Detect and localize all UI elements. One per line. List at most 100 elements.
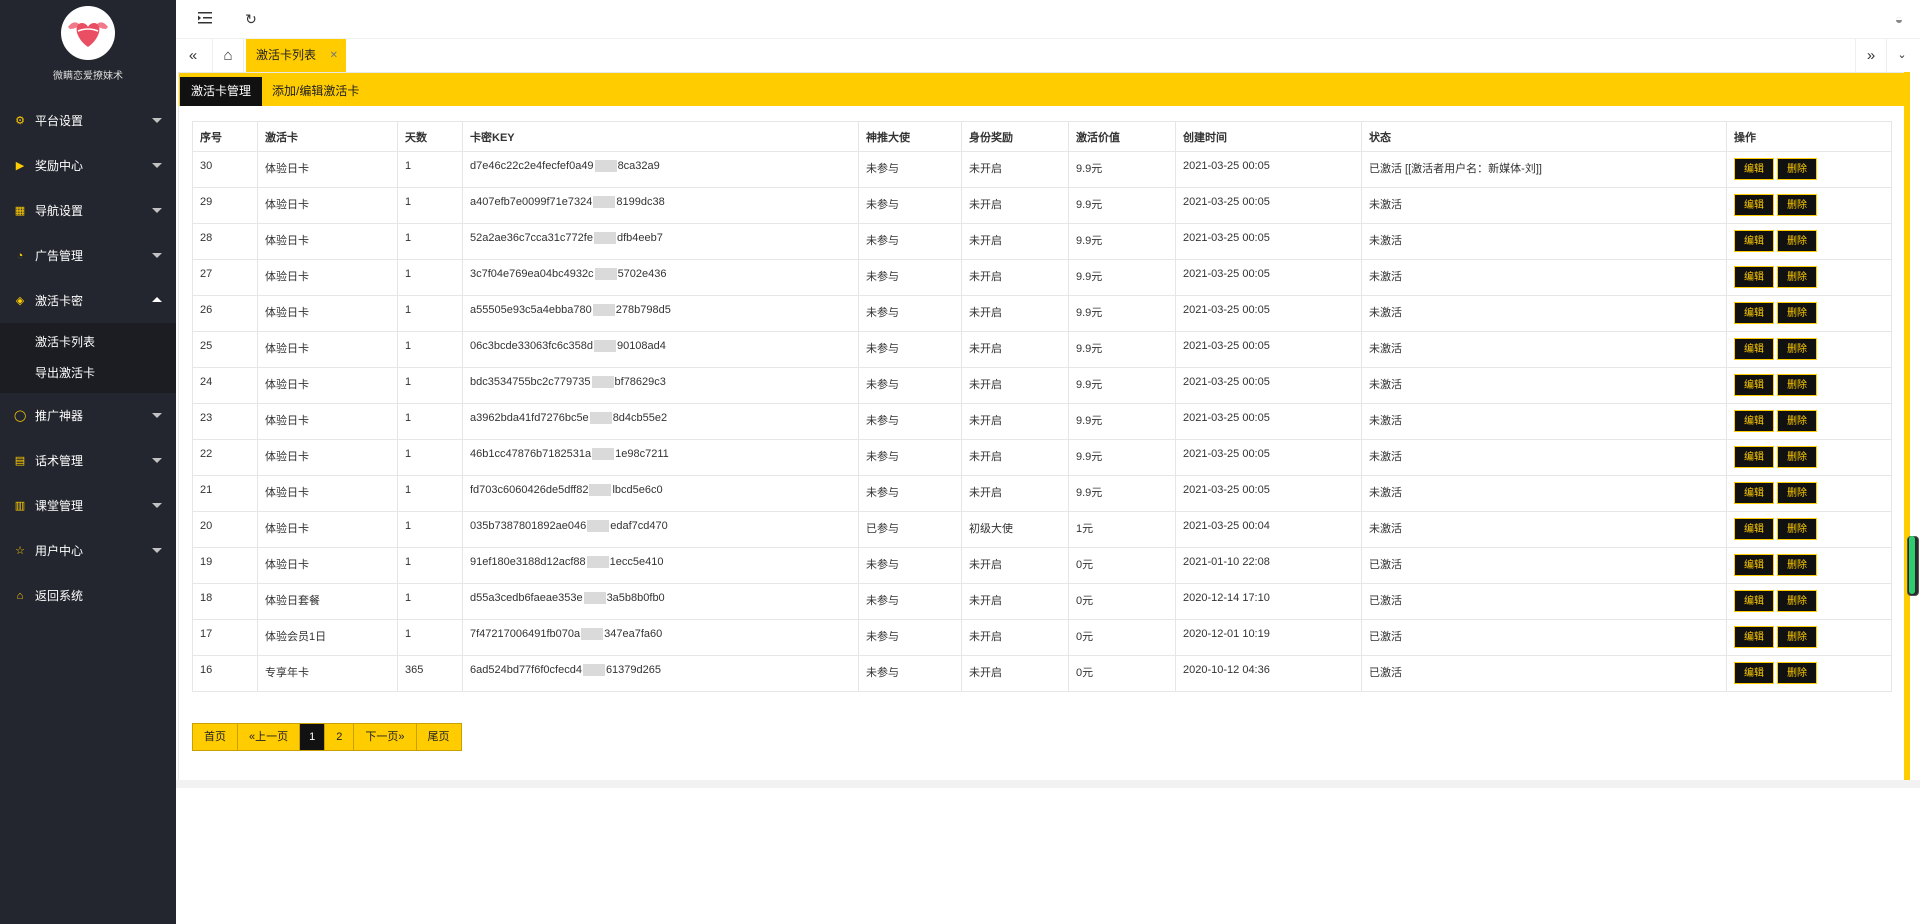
cell-days: 1 [397,583,463,620]
key-part: edaf7cd470 [610,520,668,532]
cell-reward: 未开启 [961,439,1069,476]
edit-button[interactable]: 编辑 [1734,410,1774,432]
edit-button[interactable]: 编辑 [1734,266,1774,288]
indent-icon[interactable] [196,10,214,28]
sidebar-item-3[interactable]: ◔ 广告管理 [0,233,176,278]
edit-button[interactable]: 编辑 [1734,482,1774,504]
cell-key: 46b1cc47876b7182531a 1e98c7211 [462,439,859,476]
table-row: 28 体验日卡 1 52a2ae36c7cca31c772fe dfb4eeb7 未参与未… [192,223,1892,260]
redacted-mask [589,484,612,497]
video-icon: ▶ [15,159,25,172]
home-tab-icon[interactable]: ⌂ [212,39,244,72]
cell-created: 2021-03-25 00:05 [1175,223,1362,260]
sidebar-item-2[interactable]: ▦ 导航设置 [0,188,176,233]
key-part: 278b798d5 [615,304,671,316]
page-2-button[interactable]: 2 [325,724,355,750]
table-body: 30 体验日卡 1 d7e46c22c2e4fecfef0a49 8ca32a9 未参与未… [192,151,1892,692]
edit-button[interactable]: 编辑 [1734,518,1774,540]
cell-status: 已激活 [1361,547,1727,584]
sidebar-item-0[interactable]: ⚙ 平台设置 [0,98,176,143]
cell-id: 20 [192,511,258,548]
delete-button[interactable]: 删除 [1777,410,1817,432]
tabs-dropdown-icon[interactable]: ⌄ [1886,39,1917,72]
cell-key: a407efb7e0099f71e7324 8199dc38 [462,187,859,224]
sidebar-item-7[interactable]: ▥ 课堂管理 [0,483,176,528]
cell-card: 体验日套餐 [257,583,398,620]
cell-value: 9.9元 [1068,259,1176,296]
page-1-button[interactable]: 1 [300,724,326,750]
cell-created: 2020-12-14 17:10 [1175,583,1362,620]
sidebar-item-1[interactable]: ▶ 奖励中心 [0,143,176,188]
tabs-scroll-left-icon[interactable]: « [178,39,208,72]
delete-button[interactable]: 删除 [1777,230,1817,252]
palette-icon[interactable]: ◒ [1890,10,1908,28]
cell-days: 1 [397,223,463,260]
edit-button[interactable]: 编辑 [1734,194,1774,216]
sidebar-item-6[interactable]: ▤ 话术管理 [0,438,176,483]
last-page-button[interactable]: 尾页 [416,724,461,750]
cell-status: 未激活 [1361,475,1727,512]
delete-button[interactable]: 删除 [1777,158,1817,180]
tab-card-management[interactable]: 激活卡管理 [180,77,263,106]
edit-button[interactable]: 编辑 [1734,626,1774,648]
cell-reward: 未开启 [961,295,1069,332]
cell-promoter: 未参与 [858,403,962,440]
sidebar-item-8[interactable]: ☆ 用户中心 [0,528,176,573]
next-page-button[interactable]: 下一页» [354,724,417,750]
column-header: 神推大使 [858,121,962,152]
cell-card: 体验日卡 [257,331,398,368]
delete-button[interactable]: 删除 [1777,446,1817,468]
sidebar-item-5[interactable]: ◯ 推广神器 [0,393,176,438]
chevron-down-icon [152,118,162,123]
redacted-mask [586,556,609,569]
cell-id: 25 [192,331,258,368]
prev-page-button[interactable]: «上一页 [238,724,301,750]
cell-status: 未激活 [1361,295,1727,332]
delete-button[interactable]: 删除 [1777,266,1817,288]
delete-button[interactable]: 删除 [1777,590,1817,612]
edit-button[interactable]: 编辑 [1734,446,1774,468]
close-tab-icon[interactable]: ✕ [330,39,338,72]
logo-area: 微瞒恋爱撩妹术 [0,6,176,98]
tabs-scroll-right-icon[interactable]: » [1855,39,1886,72]
refresh-icon[interactable]: ↻ [242,10,260,28]
page-scrollbar-thumb[interactable] [1909,536,1915,594]
cell-status: 已激活 [[激活者用户名：新媒体-刘]] [1361,151,1727,188]
delete-button[interactable]: 删除 [1777,338,1817,360]
edit-button[interactable]: 编辑 [1734,338,1774,360]
key-part: d7e46c22c2e4fecfef0a49 [470,160,594,172]
edit-button[interactable]: 编辑 [1734,662,1774,684]
edit-button[interactable]: 编辑 [1734,554,1774,576]
cell-value: 9.9元 [1068,331,1176,368]
edit-button[interactable]: 编辑 [1734,230,1774,252]
delete-button[interactable]: 删除 [1777,554,1817,576]
delete-button[interactable]: 删除 [1777,374,1817,396]
delete-button[interactable]: 删除 [1777,482,1817,504]
sidebar: 微瞒恋爱撩妹术 ⚙ 平台设置 ▶ 奖励中心 ▦ 导航设置 ◔ 广告管理 ◈ 激活卡密激活卡列表 导出… [0,0,176,924]
tab-activation-card-list[interactable]: 激活卡列表 ✕ [246,39,346,72]
first-page-button[interactable]: 首页 [193,724,238,750]
sidebar-item-9[interactable]: ⌂ 返回系统 [0,573,176,618]
key-part: 7f47217006491fb070a [470,628,581,640]
edit-button[interactable]: 编辑 [1734,158,1774,180]
sidebar-item-label: 导航设置 [35,204,84,218]
delete-button[interactable]: 删除 [1777,662,1817,684]
edit-button[interactable]: 编辑 [1734,590,1774,612]
delete-button[interactable]: 删除 [1777,518,1817,540]
edit-button[interactable]: 编辑 [1734,374,1774,396]
delete-button[interactable]: 删除 [1777,626,1817,648]
cell-id: 21 [192,475,258,512]
cell-days: 1 [397,475,463,512]
cell-days: 1 [397,259,463,296]
sidebar-item-4[interactable]: ◈ 激活卡密 [0,278,176,323]
cell-reward: 未开启 [961,187,1069,224]
submenu-item-0[interactable]: 激活卡列表 [0,327,176,358]
delete-button[interactable]: 删除 [1777,194,1817,216]
table-header-row: 序号 激活卡 天数 卡密KEY 神推大使 身份奖励 激活价值 创建时间 状态 操作 [192,121,1892,152]
delete-button[interactable]: 删除 [1777,302,1817,324]
tab-add-edit-card[interactable]: 添加/编辑激活卡 [261,77,370,106]
edit-button[interactable]: 编辑 [1734,302,1774,324]
cell-card: 体验日卡 [257,511,398,548]
key-part: 6ad524bd77f6f0cfecd4 [470,664,582,676]
submenu-item-1[interactable]: 导出激活卡 [0,358,176,389]
